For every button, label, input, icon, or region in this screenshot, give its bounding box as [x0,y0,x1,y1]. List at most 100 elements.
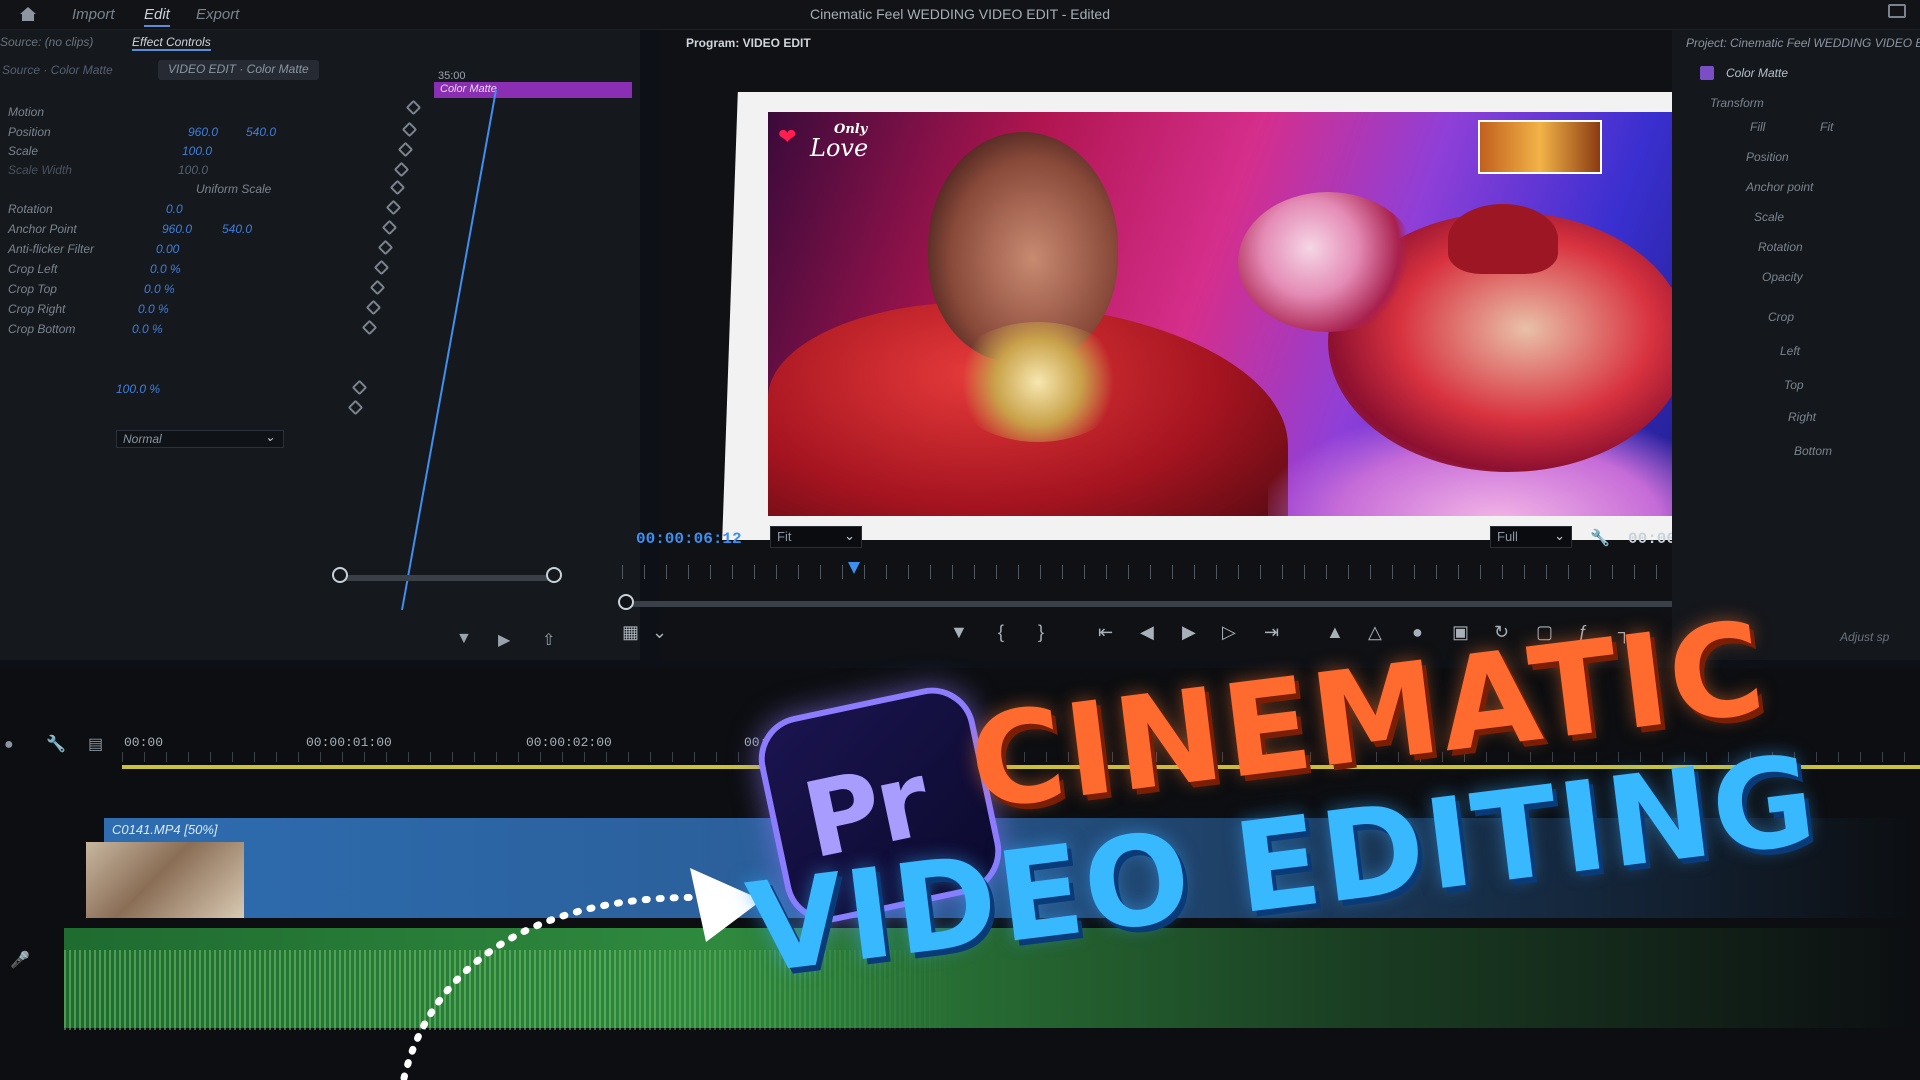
effect-zoom-start-handle[interactable] [332,567,348,583]
go-to-in-icon[interactable]: ⇤ [1098,622,1113,643]
blend-mode-dropdown[interactable]: Normal ⌄ [116,430,284,448]
prop-uniform-scale[interactable]: Uniform Scale [196,182,271,196]
keyframe-icon[interactable] [361,319,378,336]
rotation-label: Rotation [1758,240,1803,254]
step-forward-icon[interactable]: ▷ [1222,622,1236,643]
monitor-time-ruler[interactable] [622,565,1758,579]
rose-bouquet [1238,192,1418,332]
rotation-value[interactable]: 0.0 [166,202,183,216]
timeline-ruler-label: 00:00 [124,735,164,750]
go-to-out-icon[interactable]: ⇥ [1264,622,1279,643]
keyframe-icon[interactable] [347,399,364,416]
sequence-clip-tab[interactable]: VIDEO EDIT · Color Matte [158,60,319,80]
effect-ruler-time: 35:00 [438,70,466,82]
lift-icon[interactable]: ▲ [1326,622,1344,643]
opacity-value[interactable]: 100.0 % [116,382,160,396]
prop-rotation: Rotation [8,202,53,216]
position-x-value[interactable]: 960.0 [188,125,218,139]
window-maximize-icon[interactable] [1888,4,1906,18]
project-label[interactable]: Project: Cinematic Feel WEDDING VIDEO E [1686,36,1920,50]
fit-label: Fit [777,529,792,544]
crop-left-value[interactable]: 0.0 % [150,262,181,276]
effect-zoom-end-handle[interactable] [546,567,562,583]
resolution-label: Full [1497,529,1518,544]
prop-crop-left: Crop Left [8,262,58,276]
program-monitor-tab[interactable]: Program: VIDEO EDIT [686,36,811,50]
anti-flicker-value[interactable]: 0.00 [156,242,179,256]
color-matte-layer[interactable]: Color Matte [1726,66,1788,80]
tab-source[interactable]: Source: (no clips) [0,35,93,49]
keyframe-icon[interactable] [377,239,394,256]
timeline-ruler-label: 00:00:02:00 [526,735,612,750]
fit-dropdown[interactable]: Fit ⌄ [770,526,862,548]
keyframe-icon[interactable] [381,219,398,236]
section-transform[interactable]: Transform [1710,96,1764,110]
align-fill-label: Fill [1750,120,1766,134]
playhead-line[interactable] [400,90,500,610]
prop-motion: Motion [8,105,45,119]
groom-turban [1448,204,1558,274]
scale-label: Scale [1754,210,1785,224]
safe-margins-icon[interactable]: ▦ [622,622,639,643]
prop-scale: Scale [8,144,39,158]
heart-icon: ❤ [778,124,797,149]
play-icon[interactable]: ▶ [1182,622,1196,643]
crop-top-value[interactable]: 0.0 % [144,282,175,296]
mark-in-icon[interactable]: { [998,622,1004,643]
effect-zoom-slider[interactable] [340,575,554,581]
wrench-icon[interactable]: 🔧 [1590,528,1610,548]
keyframe-icon[interactable] [369,279,386,296]
menu-bar: Import Edit Export Cinematic Feel WEDDIN… [0,0,1920,30]
crop-bottom-value[interactable]: 0.0 % [132,322,163,336]
prop-crop-top: Crop Top [8,282,57,296]
mark-out-icon[interactable]: } [1038,622,1044,643]
prop-anti-flicker: Anti-flicker Filter [8,242,95,256]
playback-resolution-dropdown[interactable]: Full ⌄ [1490,526,1572,548]
scale-width-value: 100.0 [178,163,209,177]
program-frame: ❤ Only Love [720,60,1790,540]
step-back-icon[interactable]: ◀ [1140,622,1154,643]
keyframe-icon[interactable] [365,299,382,316]
keyframe-icon[interactable] [385,199,402,216]
position-y-value[interactable]: 540.0 [246,125,276,139]
adjust-speed-button[interactable]: Adjust sp [1840,630,1889,644]
marker-icon[interactable]: ● [4,736,14,754]
current-timecode[interactable]: 00:00:06:12 [636,530,742,548]
window-title: Cinematic Feel WEDDING VIDEO EDIT - Edit… [809,6,1111,22]
export-icon[interactable]: ⇧ [542,630,555,650]
microphone-icon[interactable]: 🎤 [10,950,30,970]
video-clip-label: C0141.MP4 [50%] [112,822,218,837]
keyframe-icon[interactable] [373,259,390,276]
monitor-zoom-start-handle[interactable] [618,594,634,610]
anchor-x-value[interactable]: 960.0 [162,222,192,236]
prop-crop-bottom: Crop Bottom [8,322,76,336]
position-label: Position [1746,150,1789,164]
filter-icon[interactable]: ▼ [456,630,472,648]
crop-right-label: Right [1788,410,1817,424]
anchor-y-value[interactable]: 540.0 [222,222,252,236]
scale-value[interactable]: 100.0 [182,144,212,158]
crop-right-value[interactable]: 0.0 % [138,302,169,316]
wedding-video-frame: ❤ Only Love [768,112,1728,516]
effect-controls-panel: Source: (no clips) Effect Controls Sourc… [0,30,640,660]
section-crop[interactable]: Crop [1768,310,1794,324]
add-marker-icon[interactable]: ▼ [950,622,968,643]
timeline-ruler-label: 00:00:01:00 [306,735,392,750]
prop-scale-width: Scale Width [8,163,72,177]
chevron-down-icon: ⌄ [844,528,855,543]
captions-icon[interactable]: ▤ [88,734,103,754]
keyframe-icon[interactable] [351,379,368,396]
align-fit-label: Fit [1820,120,1834,134]
necklace [948,322,1128,442]
anchor-label: Anchor point [1746,180,1814,194]
monitor-zoom-bar[interactable] [624,601,1760,607]
video-clip-thumbnail [86,842,244,918]
wrench-icon[interactable]: 🔧 [46,734,66,754]
crop-left-label: Left [1780,344,1801,358]
prop-position: Position [8,125,51,139]
tab-effect-controls[interactable]: Effect Controls [132,35,211,51]
source-master-tab[interactable]: Source · Color Matte [2,63,113,77]
chevron-down-icon[interactable]: ⌄ [652,622,667,643]
play-audio-icon[interactable]: ▶ [498,630,510,650]
deity-thumbnail [1478,120,1602,174]
